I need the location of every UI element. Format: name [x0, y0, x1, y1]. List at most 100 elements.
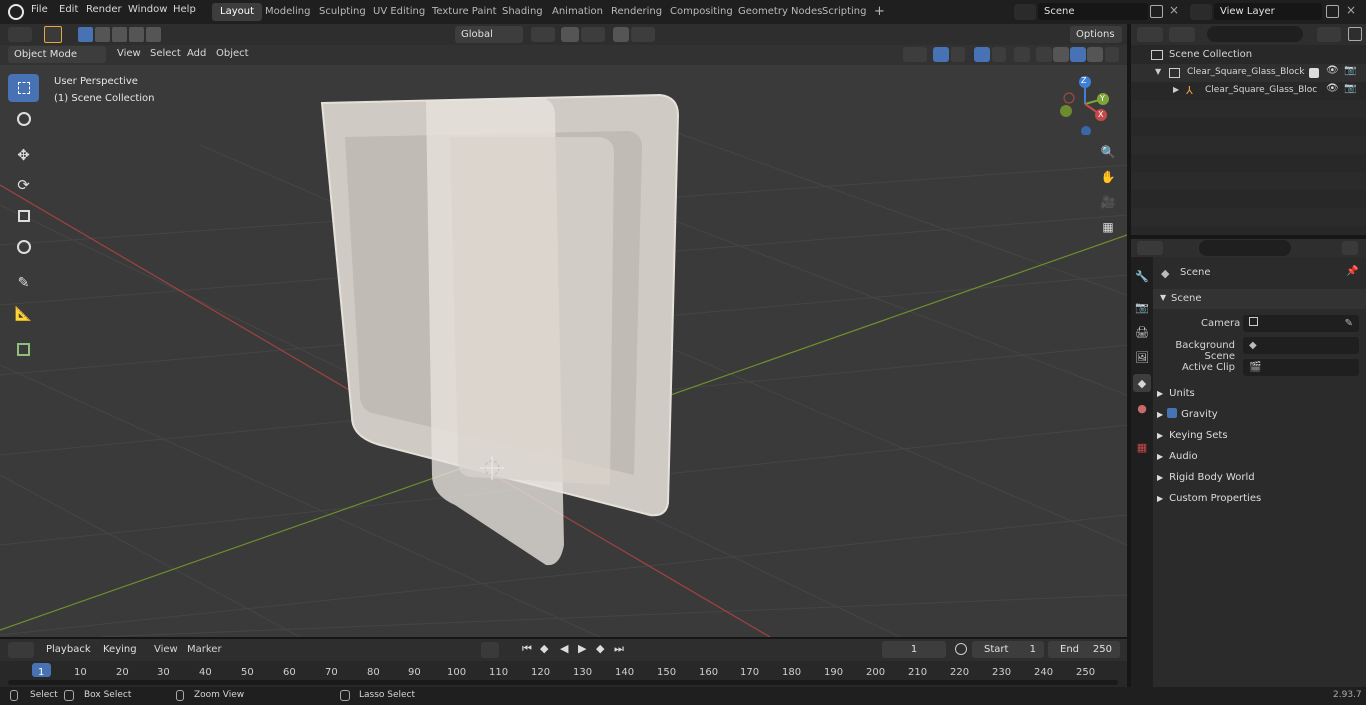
select-mode-intersect-icon[interactable]	[146, 27, 161, 42]
stopwatch-icon[interactable]	[955, 643, 967, 655]
gravity-checkbox-icon[interactable]	[1167, 408, 1178, 418]
cursor-tool-icon[interactable]	[8, 105, 39, 133]
solid-shading-icon[interactable]	[1053, 47, 1069, 62]
scale-tool-icon[interactable]	[8, 202, 39, 230]
pin-icon[interactable]: 📌	[1346, 266, 1358, 277]
gizmo-dropdown-icon[interactable]	[951, 47, 965, 62]
annotate-tool-icon[interactable]: ✎	[8, 269, 39, 297]
camera-icon[interactable]: 📷	[1344, 83, 1356, 94]
scene-section-header[interactable]: ▼ Scene	[1153, 289, 1366, 309]
menu-window[interactable]: Window	[128, 4, 167, 15]
tab-animation[interactable]: Animation	[544, 3, 611, 21]
scene-tab-icon[interactable]: ◆	[1133, 374, 1151, 392]
new-view-layer-icon[interactable]	[1326, 5, 1339, 18]
menu-help[interactable]: Help	[173, 4, 196, 15]
eye-icon[interactable]: 👁	[1326, 65, 1339, 76]
camera-view-icon[interactable]: 🎥	[1097, 191, 1119, 213]
ortho-grid-icon[interactable]: ▦	[1097, 216, 1119, 238]
proportional-falloff-icon[interactable]	[631, 27, 655, 42]
select-mode-subtract-icon[interactable]	[112, 27, 127, 42]
scene-name-field[interactable]: Scene	[1038, 3, 1148, 20]
close-scene-icon[interactable]: ×	[1169, 3, 1179, 17]
outliner-row-scene-collection[interactable]: Scene Collection	[1131, 46, 1366, 64]
pivot-point-icon[interactable]	[531, 27, 555, 42]
properties-search-icon[interactable]	[1199, 240, 1291, 256]
gizmo-toggle-icon[interactable]	[933, 47, 949, 62]
transform-tool-icon[interactable]	[8, 233, 39, 261]
play-icon[interactable]: ▶	[578, 642, 586, 655]
view-layer-tab-icon[interactable]: 🖼	[1133, 348, 1151, 366]
expand-arrow-icon[interactable]: ▼	[1155, 67, 1161, 76]
proportional-edit-icon[interactable]	[613, 27, 629, 42]
overlay-dropdown-icon[interactable]	[992, 47, 1006, 62]
menu-add[interactable]: Add	[187, 48, 206, 59]
record-icon[interactable]	[481, 642, 499, 658]
close-view-layer-icon[interactable]: ×	[1346, 3, 1356, 17]
end-frame-field[interactable]: End 250	[1048, 641, 1120, 658]
select-box-tool-icon[interactable]	[8, 74, 39, 102]
tab-compositing[interactable]: Compositing	[662, 3, 741, 21]
camera-icon[interactable]: 📷	[1344, 65, 1356, 76]
menu-select[interactable]: Select	[150, 48, 181, 59]
panel-audio[interactable]: ▶ Audio	[1157, 451, 1198, 462]
marker-menu[interactable]: Marker	[187, 644, 222, 655]
outliner-editor-type-icon[interactable]	[1137, 27, 1163, 42]
object-mode-dropdown[interactable]: Object Mode	[8, 46, 106, 63]
panel-units[interactable]: ▶ Units	[1157, 388, 1195, 399]
zoom-icon[interactable]: 🔍	[1097, 141, 1119, 163]
current-frame-field[interactable]: 1	[882, 641, 946, 658]
pan-hand-icon[interactable]: ✋	[1097, 166, 1119, 188]
xray-toggle-icon[interactable]	[1014, 47, 1030, 62]
blender-logo-icon[interactable]	[8, 4, 24, 20]
timeline-view-menu[interactable]: View	[154, 644, 178, 655]
tab-modeling[interactable]: Modeling	[257, 3, 319, 21]
properties-editor-type-icon[interactable]	[1137, 241, 1163, 255]
start-frame-field[interactable]: Start 1	[972, 641, 1044, 658]
menu-view[interactable]: View	[117, 48, 141, 59]
select-mode-extend-icon[interactable]	[95, 27, 110, 42]
view-layer-icon[interactable]	[1190, 4, 1212, 20]
jump-end-icon[interactable]: ⏭	[614, 642, 624, 656]
properties-options-icon[interactable]	[1342, 241, 1358, 255]
new-collection-icon[interactable]	[1348, 27, 1362, 41]
editor-type-icon[interactable]	[8, 27, 32, 42]
play-reverse-icon[interactable]: ◀	[560, 642, 568, 655]
tab-texture-paint[interactable]: Texture Paint	[424, 3, 505, 21]
material-shading-icon[interactable]	[1070, 47, 1086, 62]
timeline-scrollbar[interactable]	[8, 680, 1118, 685]
filter-icon[interactable]	[1317, 27, 1341, 42]
checkbox-icon[interactable]	[1309, 68, 1319, 78]
tab-shading[interactable]: Shading	[494, 3, 551, 21]
render-tab-icon[interactable]: 📷	[1133, 298, 1151, 316]
3d-viewport[interactable]: User Perspective (1) Scene Collection ✥ …	[0, 45, 1127, 637]
menu-edit[interactable]: Edit	[59, 4, 78, 15]
wireframe-shading-icon[interactable]	[1036, 47, 1052, 62]
outliner-search-icon[interactable]	[1207, 26, 1303, 42]
snap-target-icon[interactable]	[581, 27, 605, 42]
jump-start-icon[interactable]: ⏮	[522, 642, 532, 656]
outliner-row-glass-block-collection[interactable]: ▼ Clear_Square_Glass_Block 👁 📷	[1131, 64, 1366, 82]
view-layer-field[interactable]: View Layer	[1214, 3, 1322, 20]
outliner-row-glass-block-object[interactable]: ▶ ⅄ Clear_Square_Glass_Bloc 👁 📷	[1131, 82, 1366, 100]
eye-icon[interactable]: 👁	[1326, 83, 1339, 94]
tab-rendering[interactable]: Rendering	[603, 3, 670, 21]
add-cube-tool-icon[interactable]	[8, 335, 39, 363]
select-tool-icon[interactable]	[44, 26, 62, 43]
panel-gravity[interactable]: ▶ Gravity	[1157, 408, 1218, 420]
camera-field[interactable]: ✎	[1243, 315, 1359, 332]
texture-tab-icon[interactable]: ▦	[1133, 438, 1151, 456]
measure-tool-icon[interactable]: 📐	[8, 300, 39, 328]
world-tab-icon[interactable]: ●	[1133, 399, 1151, 417]
select-mode-new-icon[interactable]	[78, 27, 93, 42]
panel-rigid-body-world[interactable]: ▶ Rigid Body World	[1157, 472, 1255, 483]
menu-render[interactable]: Render	[86, 4, 122, 15]
active-clip-field[interactable]: 🎬	[1243, 359, 1359, 376]
next-keyframe-icon[interactable]: ◆	[596, 642, 604, 655]
tool-tab-icon[interactable]: 🔧	[1133, 267, 1151, 285]
tab-layout[interactable]: Layout	[212, 3, 262, 21]
transform-orientation-dropdown[interactable]: Global	[455, 26, 523, 43]
select-mode-invert-icon[interactable]	[129, 27, 144, 42]
new-scene-icon[interactable]	[1150, 5, 1163, 18]
keying-menu[interactable]: Keying	[97, 641, 145, 658]
rotate-tool-icon[interactable]: ⟳	[8, 171, 39, 199]
